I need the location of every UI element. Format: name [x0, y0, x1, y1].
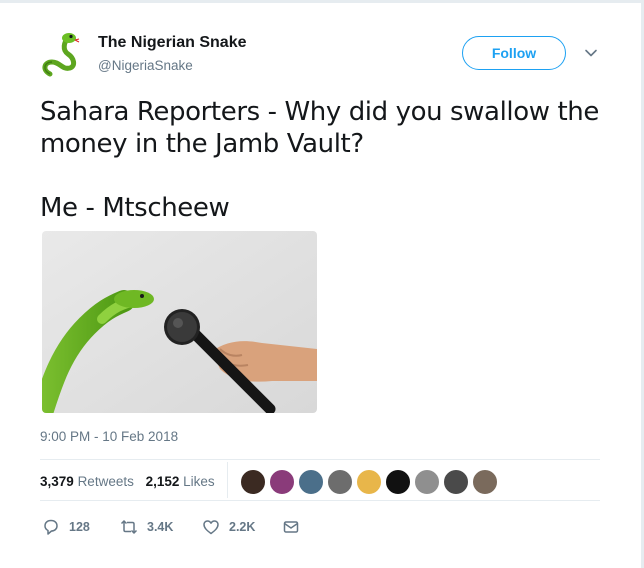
likes-stat[interactable]: 2,152 Likes	[146, 474, 215, 489]
tweet-text-line-1: Sahara Reporters - Why did you swallow t…	[40, 97, 599, 159]
chevron-down-icon	[585, 49, 597, 57]
liker-avatar[interactable]	[240, 469, 266, 495]
stats-top-divider	[40, 459, 600, 460]
reply-button[interactable]: 128	[42, 518, 90, 536]
tweet-text: Sahara Reporters - Why did you swallow t…	[40, 96, 600, 224]
liker-avatar[interactable]	[269, 469, 295, 495]
frame-top-border	[0, 0, 644, 3]
liker-avatar[interactable]	[327, 469, 353, 495]
engagement-stats: 3,379 Retweets 2,152 Likes	[40, 474, 223, 489]
reply-count: 128	[69, 520, 90, 534]
liker-avatar[interactable]	[414, 469, 440, 495]
liker-avatar[interactable]	[356, 469, 382, 495]
likes-count: 2,152	[145, 474, 180, 489]
stats-bottom-divider	[40, 500, 600, 501]
tweet-actions: 128 3.4K 2.2K	[42, 518, 342, 540]
author-name[interactable]: The Nigerian Snake	[98, 34, 247, 52]
stats-vertical-divider	[227, 462, 228, 498]
liker-avatar[interactable]	[298, 469, 324, 495]
follow-button[interactable]: Follow	[462, 36, 566, 70]
retweets-stat[interactable]: 3,379 Retweets	[40, 474, 134, 489]
envelope-icon	[283, 521, 299, 533]
retweet-count: 3.4K	[147, 520, 174, 534]
retweet-button[interactable]: 3.4K	[120, 518, 173, 536]
author-avatar[interactable]	[38, 30, 82, 78]
snake-microphone-photo-icon	[42, 231, 317, 413]
liker-avatar[interactable]	[443, 469, 469, 495]
snake-logo-icon	[42, 33, 80, 77]
tweet-timestamp[interactable]: 9:00 PM - 10 Feb 2018	[40, 429, 178, 444]
liker-avatar[interactable]	[472, 469, 498, 495]
like-count: 2.2K	[229, 520, 256, 534]
retweet-icon	[120, 519, 138, 535]
tweet-text-line-2: Me - Mtscheew	[40, 193, 230, 223]
liker-avatar[interactable]	[385, 469, 411, 495]
retweets-count: 3,379	[40, 474, 74, 489]
reply-icon	[44, 519, 58, 535]
direct-message-button[interactable]	[282, 518, 309, 536]
more-options-caret[interactable]	[584, 46, 598, 60]
like-button[interactable]: 2.2K	[202, 518, 255, 536]
retweets-label: Retweets	[77, 474, 134, 489]
heart-icon	[203, 520, 219, 535]
likes-label: Likes	[183, 474, 215, 489]
tweet-media-image[interactable]	[42, 231, 317, 413]
author-handle[interactable]: @NigeriaSnake	[98, 58, 193, 73]
